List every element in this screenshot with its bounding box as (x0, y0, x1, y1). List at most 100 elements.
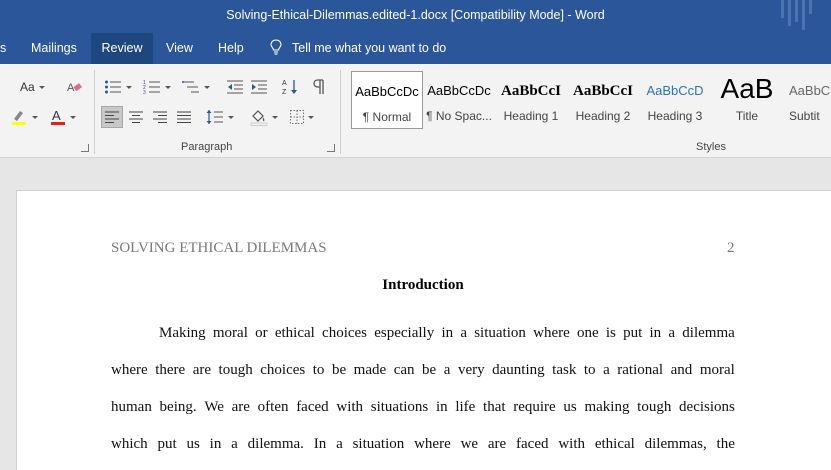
chevron-down-icon (70, 115, 76, 119)
font-dialog-launcher[interactable] (81, 144, 89, 152)
style-heading-3[interactable]: AaBbCcD Heading 3 (639, 71, 711, 129)
tab-view[interactable]: View (158, 33, 201, 64)
tab-help[interactable]: Help (210, 33, 252, 64)
word: where (533, 325, 570, 341)
tab-review[interactable]: Review (91, 33, 153, 64)
paragraph-dialog-launcher[interactable] (327, 144, 335, 152)
word: are (192, 362, 212, 378)
style-name: ¶ Normal (362, 110, 412, 124)
paragraph-line: which put us in a dilemma. In a situation where we… (111, 426, 735, 463)
word: making (584, 399, 630, 415)
sort-az-icon: AZ (282, 78, 298, 96)
chevron-down-icon (204, 85, 210, 89)
word: put (623, 325, 643, 341)
change-case-button[interactable]: Aa (20, 76, 45, 98)
font-color-button[interactable]: A (50, 106, 76, 128)
style-title[interactable]: AaB Title (711, 71, 783, 129)
increase-indent-button[interactable] (250, 76, 268, 98)
word: in (649, 325, 662, 341)
style-sample: AaBbC (789, 83, 831, 98)
word: to (312, 362, 325, 378)
word: be (422, 362, 437, 378)
document-area: SOLVING ETHICAL DILEMMAS 2 Introduction … (0, 158, 831, 470)
word: tough (637, 399, 672, 415)
sort-button[interactable]: AZ (282, 76, 298, 98)
show-formatting-button[interactable] (312, 76, 326, 98)
word: ethical (594, 436, 635, 452)
style-sample: AaBbCcI (572, 83, 633, 99)
highlight-color-button[interactable] (10, 106, 38, 128)
word: dilemmas, (644, 436, 707, 452)
chevron-down-icon (272, 115, 278, 119)
decrease-indent-icon (226, 79, 244, 95)
document-page[interactable]: SOLVING ETHICAL DILEMMAS 2 Introduction … (16, 190, 831, 470)
chevron-down-icon (308, 115, 314, 119)
clear-formatting-button[interactable]: A (66, 76, 82, 98)
borders-button[interactable] (290, 106, 314, 128)
word: we (460, 436, 479, 452)
svg-text:A: A (52, 108, 61, 123)
word: human (111, 399, 152, 415)
styles-gallery: AaBbCcDc ¶ Normal AaBbCcDc ¶ No Spac... … (349, 71, 831, 131)
align-left-icon (105, 111, 119, 123)
word: can (393, 362, 415, 378)
word: being. (159, 399, 197, 415)
style-heading-2[interactable]: AaBbCcI Heading 2 (567, 71, 639, 129)
word: situation (474, 325, 526, 341)
word: situation (352, 436, 405, 452)
style-sample: AaBbCcD (646, 83, 704, 98)
style-sample: AaBbCcDc (355, 84, 419, 99)
style-name: Heading 1 (503, 109, 559, 123)
word: in (209, 436, 222, 452)
justify-icon (177, 111, 191, 123)
word: situations (370, 399, 429, 415)
paragraph-line: Making moral or ethical choices especially in a… (111, 315, 735, 352)
word: task (552, 362, 577, 378)
word: a (603, 362, 610, 378)
shading-button[interactable] (250, 106, 278, 128)
word: a (668, 325, 676, 341)
word: which (111, 436, 148, 452)
line-spacing-button[interactable] (206, 106, 234, 128)
word: the (716, 436, 735, 452)
decrease-indent-button[interactable] (226, 76, 244, 98)
bullets-button[interactable] (104, 76, 132, 98)
tab-mailings[interactable]: Mailings (23, 33, 85, 64)
style-no-spacing[interactable]: AaBbCcDc ¶ No Spac... (423, 71, 495, 129)
lightbulb-icon (270, 39, 282, 55)
svg-text:3: 3 (143, 90, 146, 95)
word: one (576, 325, 599, 341)
numbering-button[interactable]: 123 (143, 76, 171, 98)
tell-me-search[interactable]: Tell me what you want to do (270, 33, 446, 64)
align-right-button[interactable] (153, 106, 167, 128)
paint-bucket-icon (250, 108, 268, 126)
style-normal[interactable]: AaBbCcDc ¶ Normal (351, 71, 423, 129)
style-sample: AaBbCcDc (427, 83, 491, 98)
word: put (157, 436, 177, 452)
line-words: which put us in a dilemma. In a situation where we… (111, 426, 735, 463)
chevron-down-icon (32, 115, 38, 119)
document-heading: Introduction (382, 277, 464, 293)
justify-button[interactable] (177, 106, 191, 128)
word: faced (296, 399, 329, 415)
word: choices (322, 325, 368, 341)
multilevel-list-button[interactable] (182, 76, 210, 98)
style-heading-1[interactable]: AaBbCcI Heading 1 (495, 71, 567, 129)
word: a (336, 436, 343, 452)
paragraph-group-label: Paragraph (181, 141, 233, 153)
align-left-button[interactable] (101, 106, 123, 128)
tab-references[interactable]: s (0, 33, 14, 64)
word: or (255, 325, 268, 341)
word: decisions (679, 399, 735, 415)
group-divider (340, 70, 341, 154)
style-subtitle[interactable]: AaBbC Subtit (783, 71, 831, 129)
style-name: Subtit (789, 109, 820, 123)
line-words: Making moral or ethical choices especially in a… (159, 315, 735, 352)
styles-group-label: Styles (696, 141, 726, 153)
word: in (441, 325, 454, 341)
svg-text:A: A (67, 82, 75, 94)
line-words: where there are tough choices to be made can be a v… (111, 352, 735, 389)
word: very (457, 362, 485, 378)
ribbon-tabs: s Mailings Review View Help Tell me what… (0, 33, 831, 64)
align-center-button[interactable] (129, 106, 143, 128)
